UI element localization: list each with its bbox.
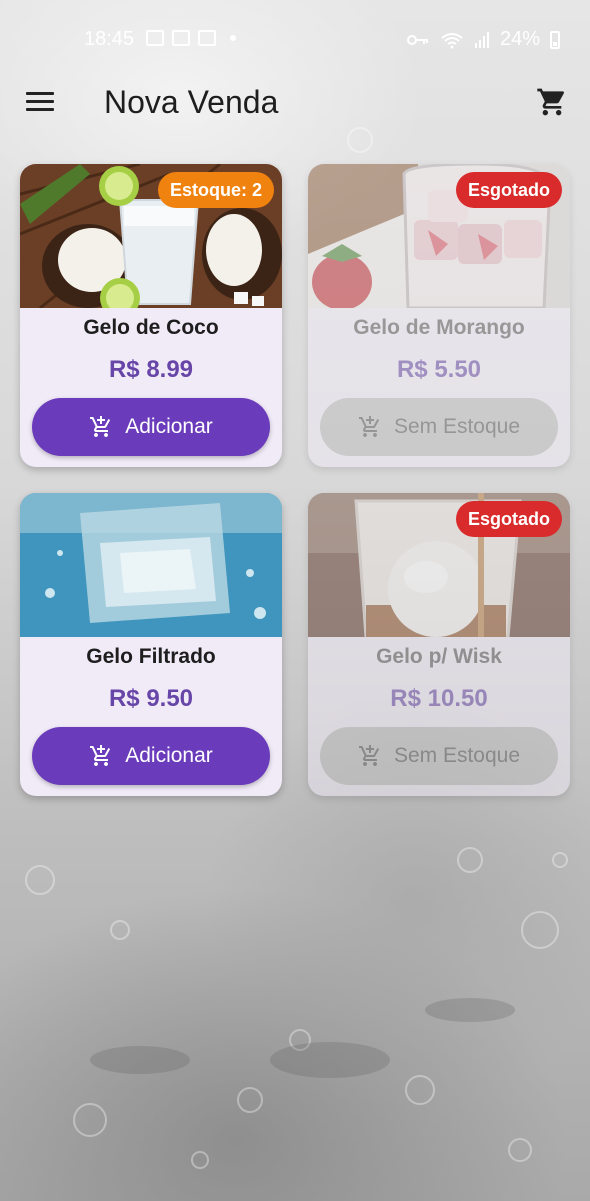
signal-icon <box>474 31 489 48</box>
system-icons: 24% <box>406 28 560 51</box>
product-card-gelo-de-coco: Estoque: 2 Gelo de Coco R$ 8.99 Adiciona… <box>20 164 282 467</box>
status-time: 18:45 <box>84 28 135 50</box>
product-image-filtered-ice <box>20 493 282 637</box>
gmail-icon <box>198 30 216 46</box>
battery-percent: 24% <box>499 28 540 50</box>
add-shopping-cart-icon <box>358 745 380 766</box>
product-name: Gelo de Morango <box>353 316 525 339</box>
product-price: R$ 10.50 <box>390 685 488 712</box>
more-dot-icon <box>230 35 236 41</box>
app-bar: Nova Venda <box>0 76 590 136</box>
product-image-whisky-ice <box>308 493 570 637</box>
battery-icon <box>550 30 560 49</box>
product-card-gelo-de-morango: Gelo de Morango R$ 5.50 Sem Estoque <box>308 164 570 467</box>
product-name: Gelo Filtrado <box>86 645 216 668</box>
button-label: Sem Estoque <box>393 744 521 767</box>
add-to-cart-button[interactable]: Adicionar <box>32 727 270 785</box>
image-icon <box>146 30 164 46</box>
add-to-cart-button[interactable]: Adicionar <box>32 398 270 456</box>
page-title: Nova Venda <box>104 84 279 120</box>
notification-icons <box>146 30 236 46</box>
share-icon <box>172 30 190 46</box>
product-name: Gelo de Coco <box>83 316 219 339</box>
add-shopping-cart-icon <box>90 416 111 437</box>
cart-icon[interactable] <box>536 86 568 118</box>
product-price: R$ 8.99 <box>108 356 194 383</box>
wifi-icon <box>441 32 463 48</box>
product-card-gelo-p-wisk: Gelo p/ Wisk R$ 10.50 Sem Estoque <box>308 493 570 796</box>
product-price: R$ 5.50 <box>396 356 482 383</box>
button-label: Sem Estoque <box>393 415 521 438</box>
out-of-stock-button: Sem Estoque <box>320 727 558 785</box>
add-shopping-cart-icon <box>358 416 380 437</box>
status-bar: 18:45 24% <box>0 0 590 76</box>
product-image-strawberry <box>308 164 570 308</box>
product-card-gelo-filtrado: Gelo Filtrado R$ 9.50 Adicionar <box>20 493 282 796</box>
stock-badge: Estoque: 2 <box>157 172 274 208</box>
product-price: R$ 9.50 <box>108 685 194 712</box>
add-shopping-cart-icon <box>90 745 111 766</box>
product-name: Gelo p/ Wisk <box>376 645 502 668</box>
out-of-stock-button: Sem Estoque <box>320 398 558 456</box>
button-label: Adicionar <box>125 415 213 438</box>
menu-icon[interactable] <box>26 92 54 116</box>
key-icon <box>406 34 428 45</box>
button-label: Adicionar <box>125 744 213 767</box>
